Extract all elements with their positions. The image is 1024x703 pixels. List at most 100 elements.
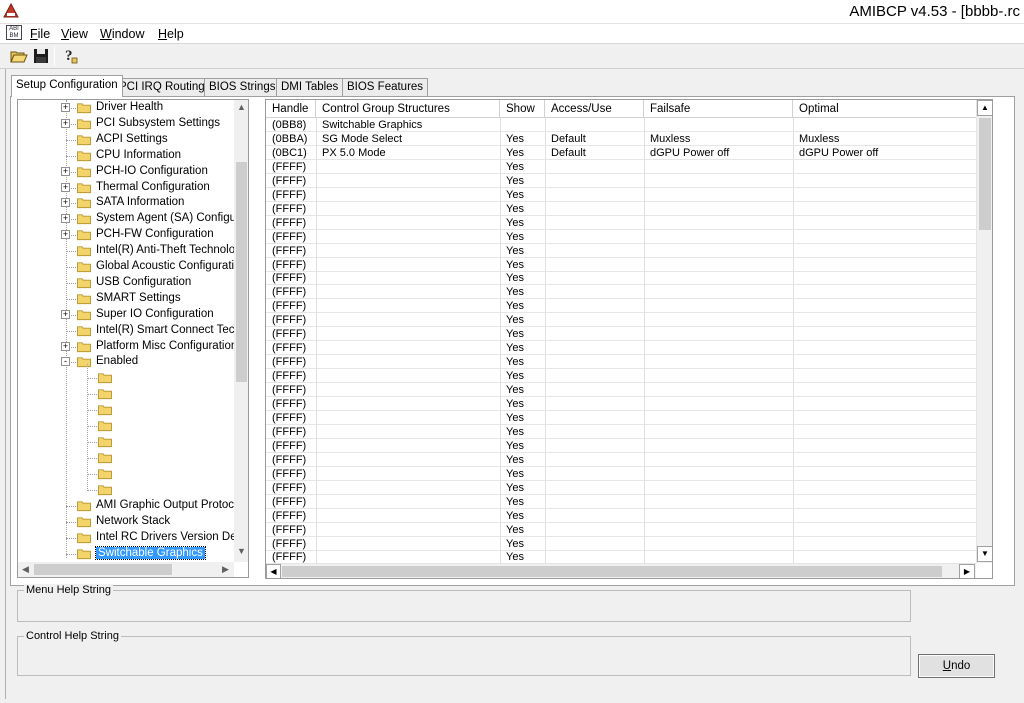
tree-item[interactable]	[18, 402, 238, 418]
expand-icon[interactable]: +	[61, 166, 70, 176]
table-row[interactable]: (FFFF) Yes	[266, 509, 976, 523]
expand-icon[interactable]: +	[61, 198, 70, 208]
table-row[interactable]: (FFFF) Yes	[266, 397, 976, 411]
table-row[interactable]: (FFFF) Yes	[266, 258, 976, 272]
tree-item[interactable]: + PCH-FW Configuration	[18, 227, 238, 243]
table-row[interactable]: (FFFF) Yes	[266, 216, 976, 230]
table-row[interactable]: (FFFF) Yes	[266, 537, 976, 551]
table-row[interactable]: (FFFF) Yes	[266, 174, 976, 188]
tree-item[interactable]: + Super IO Configuration	[18, 307, 238, 323]
tree-hscroll-thumb[interactable]	[34, 564, 172, 575]
expand-icon[interactable]: +	[61, 309, 70, 319]
scroll-up-arrow-icon[interactable]: ▲	[234, 102, 248, 112]
scroll-left-arrow-icon[interactable]: ◀	[266, 564, 281, 578]
table-row[interactable]: (FFFF) Yes	[266, 327, 976, 342]
table-row[interactable]: (FFFF) Yes	[266, 425, 976, 439]
tree-item[interactable]: SMART Settings	[18, 291, 238, 307]
tree-item[interactable]	[18, 418, 238, 434]
column-header-handle[interactable]: Handle	[266, 100, 316, 118]
tree-item[interactable]: + Thermal Configuration	[18, 180, 238, 196]
tree-item[interactable]: USB Configuration	[18, 275, 238, 291]
control-grid[interactable]: Handle Control Group Structures Show Acc…	[265, 99, 993, 579]
grid-vertical-scrollbar[interactable]: ▲ ▼	[976, 100, 992, 563]
table-row[interactable]: (FFFF) Yes	[266, 481, 976, 495]
table-row[interactable]: (FFFF) Yes	[266, 313, 976, 328]
scroll-left-arrow-icon[interactable]: ◀	[18, 564, 33, 575]
column-header-optimal[interactable]: Optimal	[793, 100, 976, 118]
table-row[interactable]: (0BC1) PX 5.0 Mode Yes Default dGPU Power of…	[266, 146, 976, 160]
table-row[interactable]: (FFFF) Yes	[266, 202, 976, 216]
table-row[interactable]: (FFFF) Yes	[266, 495, 976, 509]
tree-item[interactable]	[18, 482, 238, 498]
column-header-show[interactable]: Show	[500, 100, 545, 118]
tab-bios-strings[interactable]: BIOS Strings	[204, 78, 281, 96]
scroll-down-arrow-icon[interactable]: ▼	[234, 546, 248, 556]
open-folder-icon[interactable]	[9, 46, 29, 66]
tab-setup-configuration[interactable]: Setup Configuration	[11, 75, 123, 97]
tree-item[interactable]: + System Agent (SA) Configurat	[18, 211, 248, 227]
table-row[interactable]: (FFFF) Yes	[266, 439, 976, 453]
table-row[interactable]: (FFFF) Yes	[266, 230, 976, 244]
tree-item[interactable]: Intel RC Drivers Version Deta	[18, 530, 246, 546]
table-row[interactable]: (FFFF) Yes	[266, 467, 976, 481]
table-row[interactable]: (0BBA) SG Mode Select Yes Default Muxless Mux…	[266, 132, 976, 146]
table-row[interactable]: (FFFF) Yes	[266, 369, 976, 384]
column-header-failsafe[interactable]: Failsafe	[644, 100, 793, 118]
table-row[interactable]: (0BB8) Switchable Graphics	[266, 118, 976, 132]
grid-horizontal-scrollbar[interactable]: ◀ ▶	[266, 563, 976, 578]
tree-item[interactable]: Switchable Graphics	[18, 545, 238, 562]
tree-item[interactable]: + Platform Misc Configuration	[18, 339, 238, 355]
scroll-right-arrow-icon[interactable]: ▶	[959, 564, 975, 578]
table-row[interactable]: (FFFF) Yes	[266, 550, 976, 564]
tree-item[interactable]: CPU Information	[18, 148, 238, 164]
table-row[interactable]: (FFFF) Yes	[266, 271, 976, 286]
table-row[interactable]: (FFFF) Yes	[266, 285, 976, 300]
expand-icon[interactable]: +	[61, 341, 70, 351]
expand-icon[interactable]: +	[61, 103, 70, 112]
table-row[interactable]: (FFFF) Yes	[266, 355, 976, 370]
tree-vscroll-thumb[interactable]	[236, 162, 247, 382]
undo-button[interactable]: Undo	[918, 654, 995, 678]
tab-bios-features[interactable]: BIOS Features	[342, 78, 429, 96]
tree-item[interactable]: + PCH-IO Configuration	[18, 164, 238, 180]
menu-view[interactable]: View	[61, 27, 88, 41]
app-icon[interactable]	[3, 3, 19, 19]
tree-horizontal-scrollbar[interactable]: ◀ ▶	[18, 562, 234, 577]
scroll-down-arrow-icon[interactable]: ▼	[977, 546, 992, 562]
tree-item[interactable]: + Driver Health	[18, 100, 238, 116]
tree-item[interactable]: Network Stack	[18, 514, 238, 530]
table-row[interactable]: (FFFF) Yes	[266, 411, 976, 425]
table-row[interactable]: (FFFF) Yes	[266, 299, 976, 314]
scroll-right-arrow-icon[interactable]: ▶	[218, 564, 233, 575]
tree-item[interactable]	[18, 466, 238, 482]
tree-item[interactable]: + PCI Subsystem Settings	[18, 116, 238, 132]
tree-item[interactable]	[18, 386, 238, 402]
column-header-access-use[interactable]: Access/Use	[545, 100, 644, 118]
menu-file[interactable]: File	[30, 27, 50, 41]
grid-hscroll-thumb[interactable]	[282, 566, 942, 577]
tree-vertical-scrollbar[interactable]: ▲ ▼	[234, 100, 248, 562]
save-icon[interactable]	[31, 46, 51, 66]
table-row[interactable]: (FFFF) Yes	[266, 188, 976, 202]
table-row[interactable]: (FFFF) Yes	[266, 160, 976, 174]
column-header-control-group[interactable]: Control Group Structures	[316, 100, 500, 118]
tab-dmi-tables[interactable]: DMI Tables	[276, 78, 344, 96]
menu-help[interactable]: Help	[158, 27, 184, 41]
tree-item[interactable]: ACPI Settings	[18, 132, 238, 148]
tree-item[interactable]	[18, 370, 238, 386]
tree-item[interactable]: - Enabled	[18, 354, 238, 370]
tree-item[interactable]: Intel(R) Anti-Theft Technolog	[18, 243, 242, 259]
tree-item[interactable]: Global Acoustic Configuration	[18, 259, 247, 275]
table-row[interactable]: (FFFF) Yes	[266, 453, 976, 467]
collapse-icon[interactable]: -	[61, 357, 70, 367]
tab-pci-irq-routing[interactable]: PCI IRQ Routing	[114, 78, 210, 96]
setup-tree[interactable]: + Driver Health + PCI Subsystem Settings ACP…	[17, 99, 249, 578]
tree-item[interactable]	[18, 450, 238, 466]
table-row[interactable]: (FFFF) Yes	[266, 244, 976, 258]
grid-vscroll-thumb[interactable]	[979, 118, 991, 230]
tree-item[interactable]: Intel(R) Smart Connect Techn	[18, 323, 247, 339]
tree-item[interactable]: + SATA Information	[18, 195, 238, 211]
menu-window[interactable]: Window	[100, 27, 144, 41]
expand-icon[interactable]: +	[61, 230, 70, 240]
expand-icon[interactable]: +	[61, 182, 70, 192]
